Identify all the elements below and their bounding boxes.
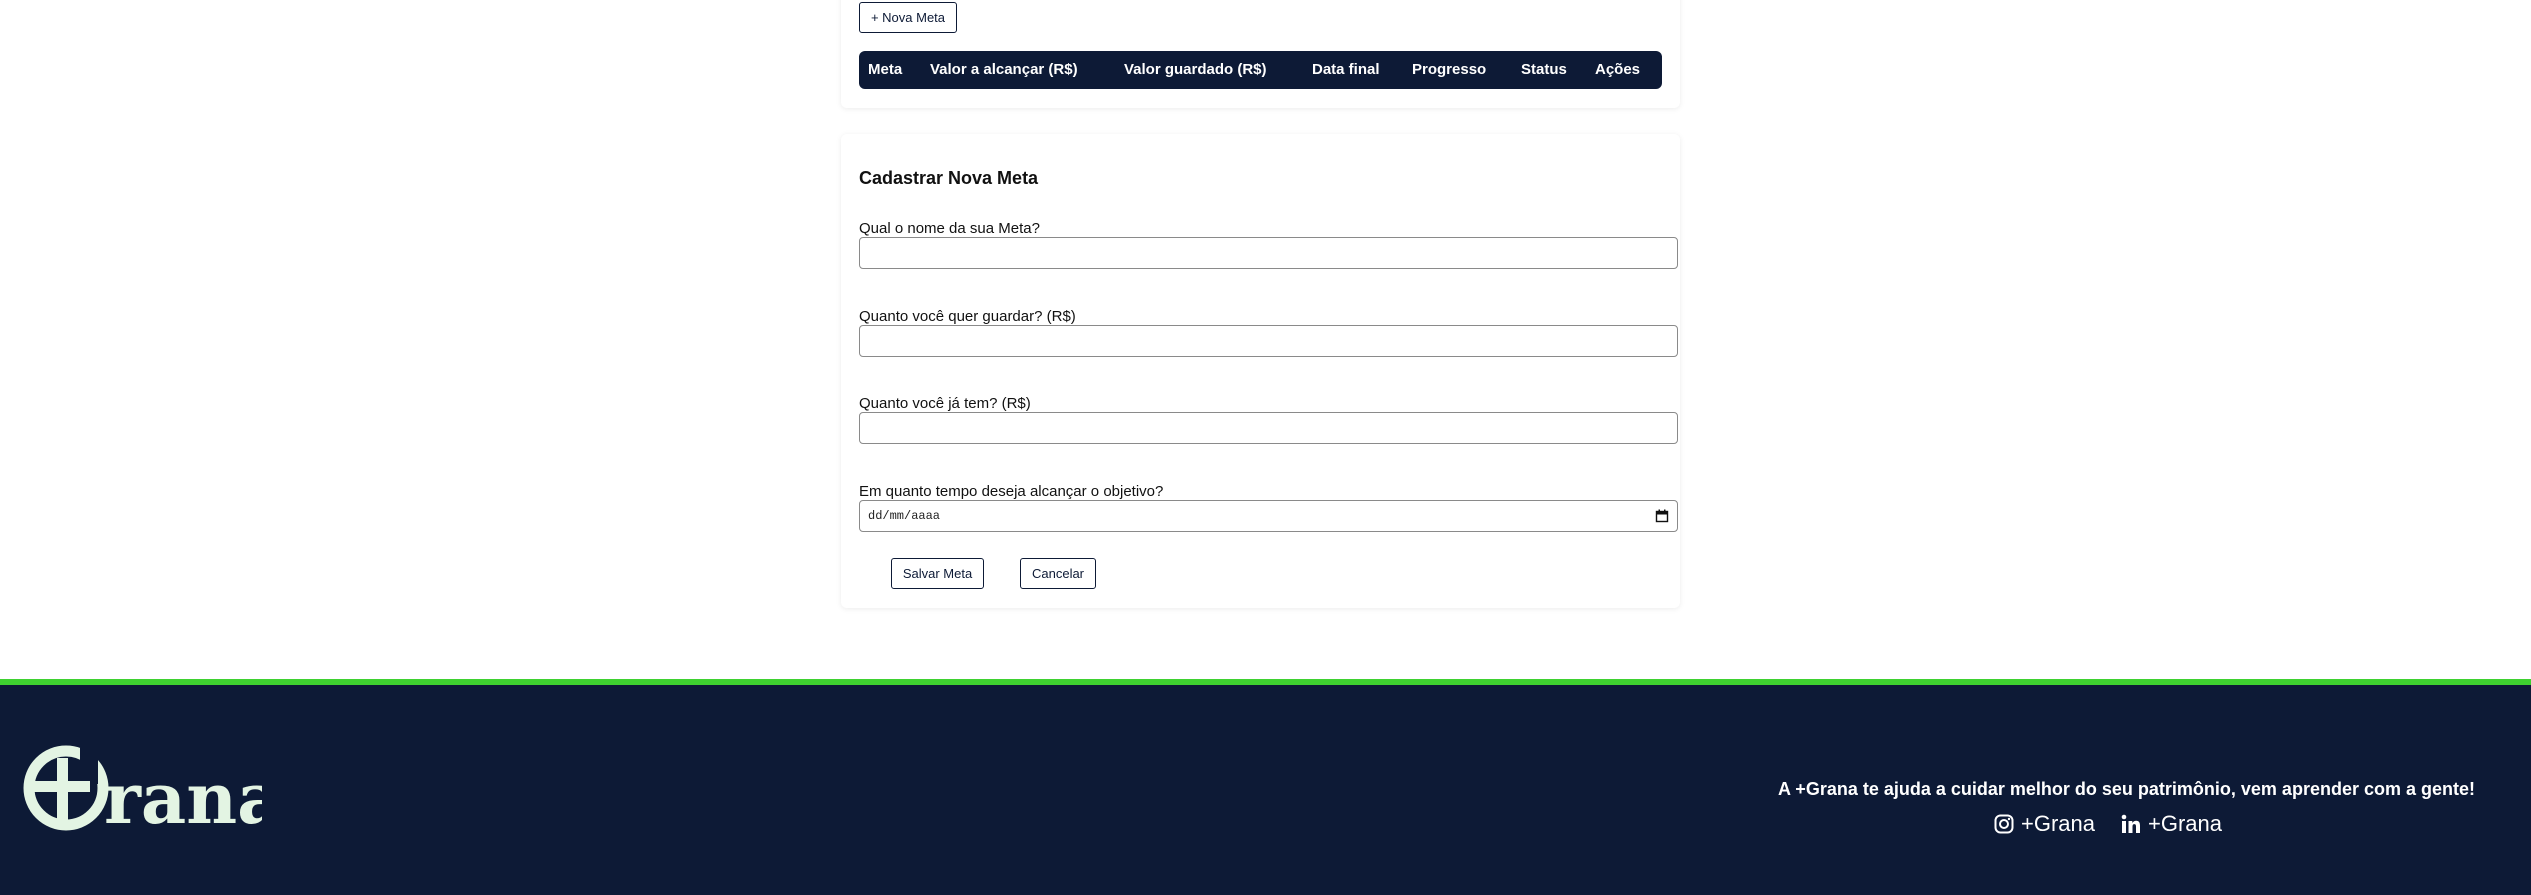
column-header-meta: Meta xyxy=(868,61,903,78)
footer: rana A +Grana te ajuda a cuidar melhor d… xyxy=(0,679,2531,895)
date-placeholder: dd/mm/aaaa xyxy=(868,509,941,523)
current-amount-label: Quanto você já tem? (R$) xyxy=(859,395,1031,412)
grana-logo: rana xyxy=(22,743,283,840)
instagram-link[interactable]: +Grana xyxy=(1994,811,2095,837)
calendar-icon[interactable] xyxy=(1655,509,1669,523)
cancel-button[interactable]: Cancelar xyxy=(1020,558,1096,589)
target-amount-label: Quanto você quer guardar? (R$) xyxy=(859,308,1076,325)
social-links: +Grana +Grana xyxy=(1968,811,2222,837)
form-title: Cadastrar Nova Meta xyxy=(859,168,1039,188)
instagram-label: +Grana xyxy=(2021,811,2095,836)
column-header-saved-value: Valor guardado (R$) xyxy=(1124,61,1267,78)
footer-tagline: A +Grana te ajuda a cuidar melhor do seu… xyxy=(1777,779,2475,799)
save-goal-button[interactable]: Salvar Meta xyxy=(891,558,984,589)
goal-name-label: Qual o nome da sua Meta? xyxy=(859,220,1040,237)
linkedin-link[interactable]: +Grana xyxy=(2121,811,2222,837)
deadline-date-input[interactable]: dd/mm/aaaa xyxy=(859,500,1678,532)
deadline-label: Em quanto tempo deseja alcançar o objeti… xyxy=(859,483,1164,500)
new-goal-form: Cadastrar Nova Meta Qual o nome da sua M… xyxy=(841,134,1680,608)
column-header-actions: Ações xyxy=(1595,61,1641,78)
target-amount-input[interactable] xyxy=(859,325,1678,357)
column-header-end-date: Data final xyxy=(1312,61,1380,78)
instagram-icon xyxy=(1994,814,2014,834)
current-amount-input[interactable] xyxy=(859,412,1678,444)
column-header-target-value: Valor a alcançar (R$) xyxy=(930,61,1078,78)
column-header-status: Status xyxy=(1521,61,1567,78)
linkedin-label: +Grana xyxy=(2148,811,2222,836)
goal-name-input[interactable] xyxy=(859,237,1678,269)
goals-card: + Nova Meta Meta Valor a alcançar (R$) V… xyxy=(841,0,1680,108)
column-header-progress: Progresso xyxy=(1412,61,1487,78)
goals-table-header: Meta Valor a alcançar (R$) Valor guardad… xyxy=(859,51,1662,89)
svg-text:rana: rana xyxy=(104,757,262,833)
new-goal-button[interactable]: + Nova Meta xyxy=(859,2,957,33)
linkedin-icon xyxy=(2121,814,2140,833)
